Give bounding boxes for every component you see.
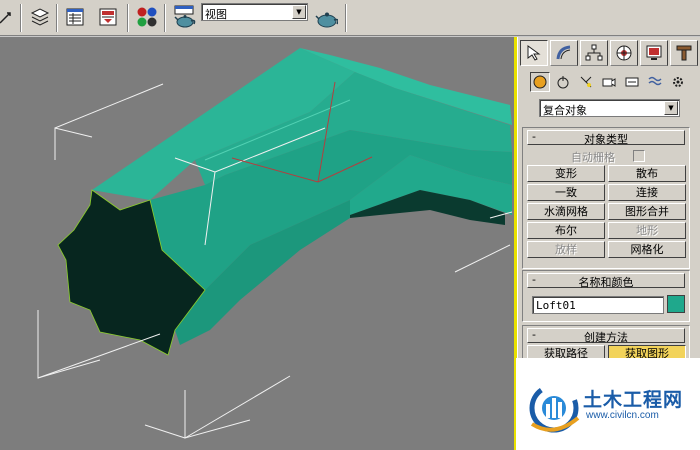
bbox-edge — [454, 244, 511, 273]
hierarchy-tab[interactable] — [580, 40, 608, 66]
main-toolbar: 视图 ▼ — [0, 0, 700, 36]
display-icon — [646, 45, 662, 60]
toolbar-separator — [345, 4, 347, 32]
curve-editor-icon[interactable] — [96, 5, 120, 29]
bbox-corner — [37, 310, 101, 379]
shapemerge-button[interactable]: 图形合并 — [608, 203, 686, 220]
motion-icon — [616, 45, 632, 61]
systems-icon[interactable] — [668, 72, 688, 92]
chevron-down-icon[interactable]: ▼ — [664, 101, 678, 115]
autogrid-label: 自动栅格 — [571, 151, 615, 164]
viewport-dropdown[interactable]: 视图 ▼ — [201, 3, 308, 21]
watermark-title: 土木工程网 — [583, 389, 684, 411]
motion-tab[interactable] — [610, 40, 638, 66]
logo-icon — [529, 383, 580, 433]
category-dropdown-value: 复合对象 — [543, 104, 587, 117]
schematic-view-icon[interactable] — [63, 5, 87, 29]
toolbar-separator — [127, 4, 129, 32]
quick-render-icon[interactable] — [314, 5, 338, 29]
space-warps-icon[interactable] — [645, 72, 665, 92]
mesher-button[interactable]: 网格化 — [608, 241, 686, 258]
autogrid-checkbox[interactable] — [633, 150, 645, 162]
rollout-title: 名称和颜色 — [578, 276, 634, 289]
loft-object-render — [37, 48, 513, 439]
perspective-viewport[interactable] — [0, 37, 516, 450]
lights-icon[interactable] — [576, 72, 596, 92]
category-dropdown[interactable]: 复合对象 ▼ — [539, 99, 680, 117]
object-name-field[interactable]: Loft01 — [532, 296, 664, 314]
boolean-button[interactable]: 布尔 — [527, 222, 605, 239]
watermark-url: www.civilcn.com — [586, 410, 659, 421]
terrain-button[interactable]: 地形 — [608, 222, 686, 239]
bbox-corner — [54, 127, 93, 160]
object-type-rollout-header[interactable]: - 对象类型 — [527, 130, 685, 146]
name-color-rollout-header[interactable]: - 名称和颜色 — [527, 273, 685, 289]
viewport-dropdown-value: 视图 — [205, 8, 227, 21]
morph-button[interactable]: 变形 — [527, 165, 605, 182]
bbox-edge — [37, 333, 161, 379]
chevron-down-icon[interactable]: ▼ — [292, 5, 306, 19]
geometry-icon[interactable] — [530, 72, 550, 92]
rollout-title: 对象类型 — [584, 133, 628, 146]
helpers-icon[interactable] — [622, 72, 642, 92]
material-editor-icon[interactable] — [135, 5, 159, 29]
toolbar-separator — [164, 4, 166, 32]
watermark: 土木工程网 www.civilcn.com — [516, 358, 700, 450]
creation-method-rollout-header[interactable]: - 创建方法 — [527, 328, 685, 344]
hierarchy-icon — [585, 44, 603, 61]
bbox-edge — [184, 375, 291, 439]
conform-button[interactable]: 一致 — [527, 184, 605, 201]
toolbar-separator — [56, 4, 58, 32]
layers-icon[interactable] — [28, 5, 52, 29]
cameras-icon[interactable] — [599, 72, 619, 92]
pan-icon[interactable] — [0, 5, 18, 29]
bbox-corner — [184, 390, 251, 439]
loft-button[interactable]: 放样 — [527, 241, 605, 258]
toolbar-separator — [20, 4, 22, 32]
shapes-icon[interactable] — [553, 72, 573, 92]
create-icon — [527, 45, 541, 61]
utilities-icon — [676, 45, 692, 61]
bbox-edge — [144, 424, 186, 439]
blobmesh-button[interactable]: 水滴网格 — [527, 203, 605, 220]
modify-icon — [556, 45, 571, 60]
modify-tab[interactable] — [550, 40, 578, 66]
display-tab[interactable] — [640, 40, 668, 66]
connect-button[interactable]: 连接 — [608, 184, 686, 201]
bbox-edge — [54, 83, 164, 129]
create-tab[interactable] — [520, 40, 548, 66]
rollout-title: 创建方法 — [584, 331, 628, 344]
render-scene-icon[interactable] — [172, 5, 196, 29]
utilities-tab[interactable] — [670, 40, 698, 66]
object-color-swatch[interactable] — [667, 295, 685, 313]
scatter-button[interactable]: 散布 — [608, 165, 686, 182]
